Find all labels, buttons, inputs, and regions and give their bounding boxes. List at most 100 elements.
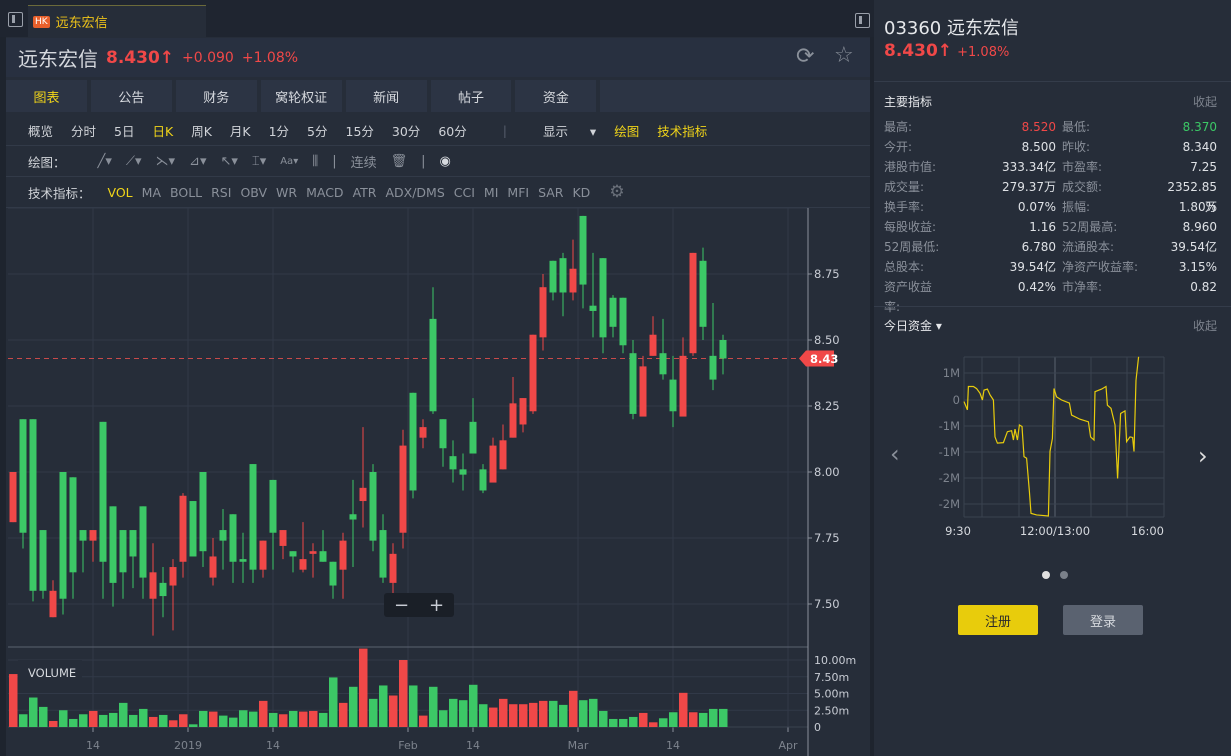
fibonacci-tool-icon[interactable]: ⊿▾ xyxy=(189,154,206,169)
period-option[interactable]: 15分 xyxy=(346,121,374,140)
indicator-option[interactable]: OBV xyxy=(240,185,267,200)
indicator-option[interactable]: MACD xyxy=(306,185,343,200)
zoom-out-icon[interactable]: − xyxy=(394,595,409,616)
period-option[interactable]: 5分 xyxy=(307,121,327,140)
indicator-option[interactable]: VOL xyxy=(108,185,133,200)
nav-tab-empty xyxy=(600,80,871,112)
quote-price: 8.430 xyxy=(884,41,938,61)
indicator-key: 港股市值: xyxy=(884,160,937,174)
fund-dropdown[interactable]: 今日资金 ▾ xyxy=(884,317,942,334)
nav-tab[interactable]: 资金 xyxy=(515,80,597,112)
indicator-value: 8.960 xyxy=(1182,220,1217,234)
candle-body xyxy=(319,551,327,562)
indicator-option[interactable]: KD xyxy=(572,185,590,200)
period-option[interactable]: 60分 xyxy=(438,121,466,140)
fund-flow-line xyxy=(963,356,1140,517)
indicator-option[interactable]: ATR xyxy=(353,185,377,200)
nav-tab[interactable]: 窝轮权证 xyxy=(260,80,342,112)
trash-icon[interactable]: 🗑 xyxy=(391,154,408,169)
indicator-option[interactable]: BOLL xyxy=(170,185,202,200)
indicator-option[interactable]: RSI xyxy=(211,185,231,200)
eye-icon[interactable]: ◉ xyxy=(440,154,451,169)
carousel-dot[interactable] xyxy=(1060,571,1068,579)
volume-bar xyxy=(69,718,78,727)
volume-bar xyxy=(289,710,298,727)
indicator-option[interactable]: SAR xyxy=(538,185,563,200)
display-dropdown[interactable]: 显示 ▾ xyxy=(543,121,596,140)
indicator-key: 每股收益: xyxy=(884,220,937,234)
tech-indicator-button[interactable]: 技术指标 xyxy=(657,121,707,140)
indicator-value: 39.54亿 xyxy=(1009,260,1056,274)
indicator-option[interactable]: ADX/DMS xyxy=(385,185,444,200)
nav-tab[interactable]: 新闻 xyxy=(345,80,427,112)
sidebar-toggle-icon[interactable] xyxy=(8,12,23,27)
fund-collapse[interactable]: 收起 xyxy=(1193,317,1217,334)
favorite-star-icon[interactable]: ☆ xyxy=(834,43,854,68)
candle-body xyxy=(259,540,267,570)
line-tool-icon[interactable]: ╱▾ xyxy=(98,154,112,169)
period-option[interactable]: 概览 xyxy=(28,121,53,140)
zoom-in-icon[interactable]: + xyxy=(429,595,444,616)
period-option[interactable]: 5日 xyxy=(114,121,134,140)
nav-tab[interactable]: 财务 xyxy=(175,80,257,112)
register-button[interactable]: 注册 xyxy=(958,605,1038,635)
indicator-option[interactable]: MA xyxy=(142,185,161,200)
nav-tab[interactable]: 图表 xyxy=(6,80,87,112)
volume-bar xyxy=(249,711,258,727)
fund-x-tick: 16:00 xyxy=(1131,524,1164,538)
polyline-tool-icon[interactable]: ⟋▾ xyxy=(126,154,142,169)
continuous-toggle[interactable]: 连续 xyxy=(351,152,377,171)
volume-bar xyxy=(559,704,568,727)
tab-stock[interactable]: HK 远东宏信 xyxy=(28,5,206,37)
fund-y-tick: 0 xyxy=(953,393,960,407)
candlestick-chart[interactable]: 14 2019 14 Feb 14 Mar 14 Apr 8.75 8.50 8.25 8.00 7.7… xyxy=(0,208,870,756)
text-tool-icon[interactable]: Aa▾ xyxy=(280,156,298,167)
candle-body xyxy=(109,506,117,583)
indicator-key: 流通股本: xyxy=(1062,240,1115,254)
indicator-key: 52周最低: xyxy=(884,240,940,254)
indicator-option[interactable]: MFI xyxy=(507,185,529,200)
candle-tool-icon[interactable]: ⫼ xyxy=(312,154,318,169)
volume-bar xyxy=(679,692,688,727)
indicator-option[interactable]: MI xyxy=(484,185,498,200)
indicator-value: 39.54亿 xyxy=(1170,240,1217,254)
refresh-icon[interactable]: ⟳ xyxy=(796,44,814,69)
period-option[interactable]: 月K xyxy=(230,121,251,140)
period-option[interactable]: 日K xyxy=(152,121,173,140)
volume-bar xyxy=(89,710,98,727)
volume-bar xyxy=(139,708,148,727)
x-tick-label: 2019 xyxy=(174,739,202,752)
indicator-option[interactable]: CCI xyxy=(454,185,475,200)
indicators-collapse[interactable]: 收起 xyxy=(1193,93,1217,110)
measure-tool-icon[interactable]: ⌶▾ xyxy=(252,154,266,169)
candle-body xyxy=(479,469,487,491)
carousel-dot-active[interactable] xyxy=(1042,571,1050,579)
candle-body xyxy=(339,540,347,570)
settings-gear-icon[interactable]: ⚙ xyxy=(609,182,624,202)
candle-body xyxy=(559,258,567,293)
quote-price-row: 8.430↑ +1.08% xyxy=(884,41,1009,61)
candle-body xyxy=(699,260,707,327)
y-tick-label: 7.50 xyxy=(814,597,840,611)
wave-tool-icon[interactable]: ⋋▾ xyxy=(156,154,176,169)
prev-arrow-icon[interactable]: ‹ xyxy=(890,440,900,468)
volume-bar xyxy=(639,712,648,727)
nav-tab[interactable]: 帖子 xyxy=(430,80,512,112)
volume-tick-label: 5.00m xyxy=(814,688,849,701)
indicator-option[interactable]: WR xyxy=(276,185,297,200)
login-button[interactable]: 登录 xyxy=(1063,605,1143,635)
volume-bar xyxy=(379,685,388,727)
period-option[interactable]: 1分 xyxy=(269,121,289,140)
period-option[interactable]: 分时 xyxy=(71,121,96,140)
panel-toggle-icon[interactable] xyxy=(855,13,870,28)
arrow-tool-icon[interactable]: ↖▾ xyxy=(220,154,237,169)
nav-tab[interactable]: 公告 xyxy=(90,80,172,112)
hk-badge: HK xyxy=(33,15,50,28)
next-arrow-icon[interactable]: › xyxy=(1198,442,1208,470)
period-option[interactable]: 周K xyxy=(191,121,212,140)
draw-button[interactable]: 绘图 xyxy=(614,121,639,140)
candle-body xyxy=(59,472,67,599)
period-option[interactable]: 30分 xyxy=(392,121,420,140)
candle-body xyxy=(29,419,37,591)
candle-body xyxy=(349,514,357,520)
